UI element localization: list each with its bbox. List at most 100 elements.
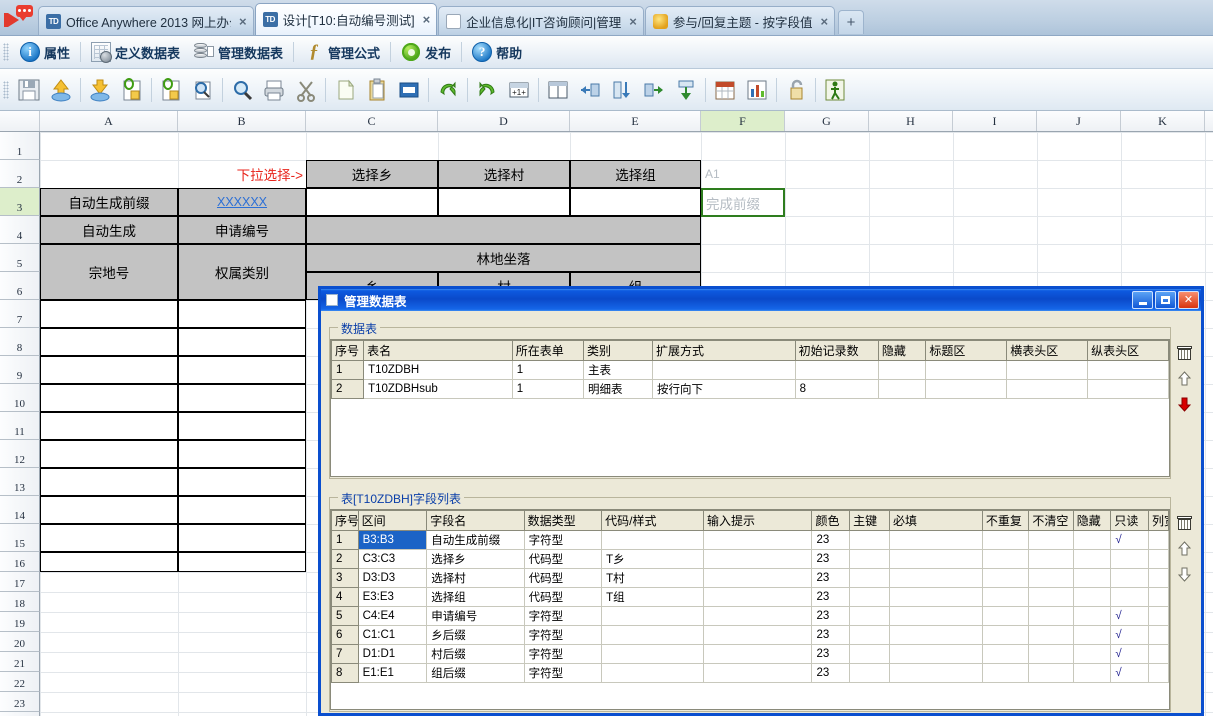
save-icon[interactable] [13, 73, 44, 107]
fields-table-cell[interactable] [888, 644, 983, 664]
sheet-cell[interactable] [178, 468, 306, 496]
tables-table-col-header[interactable]: 所在表单 [511, 340, 585, 361]
row-header-11[interactable]: 11 [0, 412, 40, 440]
fields-table-row[interactable]: 6 C1:C1 乡后缀 字符型 23 √ [331, 625, 1169, 645]
menu-item-manage-table[interactable]: 管理数据表 [187, 40, 290, 64]
fields-table-row[interactable]: 5 C4:E4 申请编号 字符型 23 √ [331, 606, 1169, 626]
row-header-9[interactable]: 9 [0, 356, 40, 384]
fields-table-wrapper[interactable]: 序号区间字段名数据类型代码/样式输入提示颜色主键必填不重复不清空隐藏只读列宽1B… [330, 509, 1170, 710]
fields-table-cell[interactable] [1147, 549, 1169, 569]
tables-table-cell[interactable]: 1 [511, 360, 585, 380]
column-header-E[interactable]: E [570, 111, 701, 131]
fields-table-cell[interactable]: 代码型 [523, 568, 603, 588]
fields-table-cell[interactable]: 村后缀 [426, 644, 525, 664]
fields-table-row[interactable]: 4 E3:E3 选择组 代码型 T组 23 [331, 587, 1169, 607]
row-header-17[interactable]: 17 [0, 572, 40, 592]
row-header-16[interactable]: 16 [0, 552, 40, 572]
fields-table-cell[interactable] [702, 530, 813, 550]
fields-table-cell[interactable]: √ [1110, 625, 1149, 645]
fields-table-cell[interactable] [1110, 549, 1149, 569]
download-icon[interactable] [84, 73, 115, 107]
menu-item-publish[interactable]: 发布 [394, 40, 458, 64]
row-header-19[interactable]: 19 [0, 612, 40, 632]
delete-field-button[interactable] [1176, 514, 1193, 531]
fields-table-cell[interactable]: 23 [811, 568, 851, 588]
sheet-cell[interactable] [178, 440, 306, 468]
fields-table-cell[interactable] [849, 549, 890, 569]
row-header-23[interactable]: 23 [0, 692, 40, 712]
insert-row-icon[interactable]: +1+ [503, 73, 534, 107]
fields-table-col-header[interactable]: 颜色 [811, 510, 851, 531]
close-button[interactable]: ✕ [1178, 291, 1199, 309]
sheet-cell[interactable] [178, 328, 306, 356]
tables-table-col-header[interactable]: 隐藏 [877, 340, 927, 361]
tables-table-cell[interactable] [1087, 360, 1169, 380]
sheet-cell[interactable]: 申请编号 [178, 216, 306, 244]
fields-table-cell[interactable]: 字符型 [523, 663, 603, 683]
fields-table-cell[interactable]: 23 [811, 587, 851, 607]
split-column-icon[interactable] [542, 73, 573, 107]
row-header-13[interactable]: 13 [0, 468, 40, 496]
tables-table[interactable]: 序号 表名 所在表单 类别 扩展方式 初始记录数 隐藏 标题区 横表头区 纵表头区 1 T10ZDBH… [331, 340, 1169, 399]
fields-table-cell[interactable] [981, 549, 1030, 569]
sheet-cell[interactable]: XXXXXX [178, 188, 306, 216]
new-tab-button[interactable]: + [838, 10, 865, 34]
column-header-B[interactable]: B [178, 111, 306, 131]
fields-table-col-header[interactable]: 只读 [1110, 510, 1149, 531]
fields-table-cell[interactable]: 字符型 [523, 530, 603, 550]
fields-table-cell[interactable] [888, 663, 983, 683]
fields-table-cell[interactable] [981, 663, 1030, 683]
fields-table-col-header[interactable]: 字段名 [426, 510, 525, 531]
sheet-cell[interactable] [40, 440, 178, 468]
fields-table-cell[interactable]: D1:D1 [357, 644, 428, 664]
tables-table-col-header[interactable]: 横表头区 [1006, 340, 1089, 361]
lock-icon[interactable] [780, 73, 811, 107]
fields-table-cell[interactable]: 23 [811, 606, 851, 626]
redo-icon[interactable] [471, 73, 502, 107]
browser-tab-3[interactable]: 参与/回复主题 - 按字段值 × [644, 6, 836, 35]
find-icon[interactable] [226, 73, 257, 107]
fields-table-cell[interactable]: 5 [331, 606, 359, 626]
fields-table-row[interactable]: 2 C3:C3 选择乡 代码型 T乡 23 [331, 549, 1169, 569]
sheet-cell[interactable] [178, 384, 306, 412]
fields-table-cell[interactable] [888, 568, 983, 588]
fields-table-cell[interactable] [888, 606, 983, 626]
tables-table-col-header[interactable]: 标题区 [925, 340, 1008, 361]
tab-close-icon[interactable]: × [423, 12, 431, 27]
fields-table-cell[interactable] [601, 530, 704, 550]
fields-table-cell[interactable] [1147, 644, 1169, 664]
align-bottom-icon[interactable] [670, 73, 701, 107]
fields-table-cell[interactable] [1072, 644, 1112, 664]
fields-table-cell[interactable]: T村 [601, 568, 704, 588]
fields-table-cell[interactable] [1028, 587, 1074, 607]
column-header-H[interactable]: H [869, 111, 953, 131]
fields-table-cell[interactable] [849, 568, 890, 588]
fields-table-cell[interactable] [849, 606, 890, 626]
fields-table-col-header[interactable]: 输入提示 [702, 510, 813, 531]
fields-table-cell[interactable] [888, 587, 983, 607]
sheet-cell[interactable] [40, 412, 178, 440]
maximize-button[interactable] [1155, 291, 1176, 309]
tables-table-cell[interactable]: 主表 [583, 360, 653, 380]
menu-item-properties[interactable]: i 属性 [13, 40, 77, 64]
upload-icon[interactable] [45, 73, 76, 107]
fields-table-cell[interactable] [981, 625, 1030, 645]
fields-table-cell[interactable]: B3:B3 [357, 530, 428, 550]
tables-table-cell[interactable]: T10ZDBH [363, 360, 513, 380]
column-header-D[interactable]: D [438, 111, 570, 131]
fields-table-cell[interactable] [601, 625, 704, 645]
fields-table-cell[interactable]: 23 [811, 530, 851, 550]
fields-table-cell[interactable]: D3:D3 [357, 568, 428, 588]
sheet-cell[interactable] [40, 384, 178, 412]
move-down-button[interactable] [1176, 566, 1193, 583]
tables-table-cell[interactable] [1006, 360, 1089, 380]
sheet-cell[interactable] [178, 496, 306, 524]
fields-table-row[interactable]: 7 D1:D1 村后缀 字符型 23 √ [331, 644, 1169, 664]
row-header-21[interactable]: 21 [0, 652, 40, 672]
sheet-cell[interactable]: 林地坐落 [306, 244, 701, 272]
fields-table-cell[interactable]: C3:C3 [357, 549, 428, 569]
browser-tab-1[interactable]: TD 设计[T10:自动编号测试] × [254, 3, 438, 35]
row-header-6[interactable]: 6 [0, 272, 40, 300]
sheet-cell[interactable]: 选择组 [570, 160, 701, 188]
fields-table-col-header[interactable]: 必填 [888, 510, 983, 531]
